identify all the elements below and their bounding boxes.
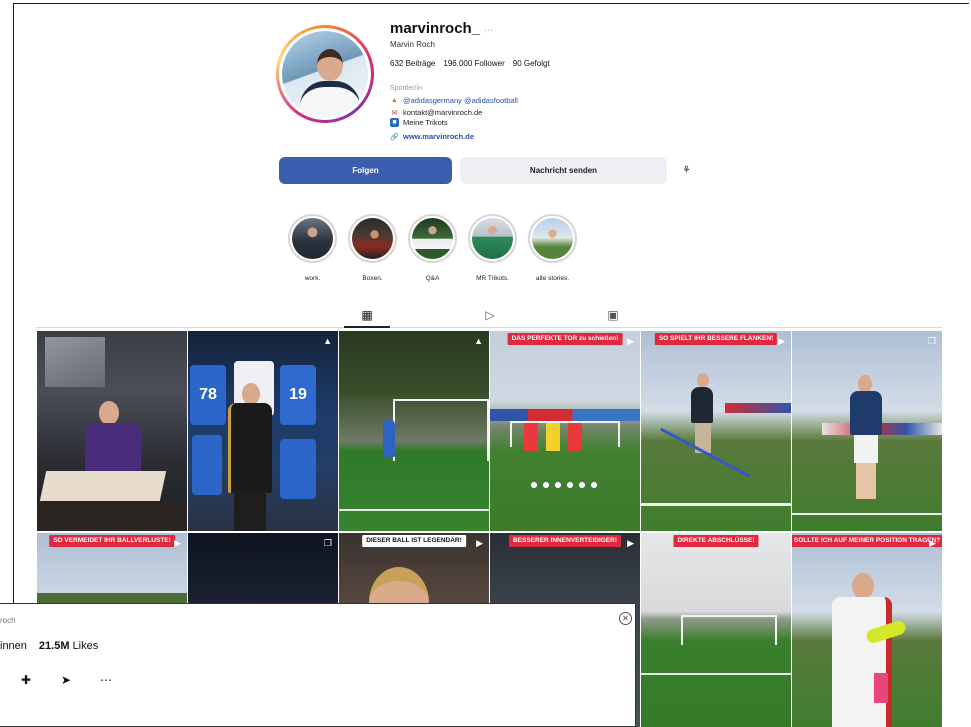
bio-text: @adidasgermany @adidasfootball — [403, 96, 518, 105]
full-name: Marvin Roch — [390, 40, 435, 49]
highlight-boxen[interactable]: Boxen. — [348, 214, 397, 282]
highlight-label: Boxen. — [362, 275, 383, 282]
username-suffix: ... — [484, 22, 494, 34]
share-button[interactable]: ➤ — [56, 670, 76, 690]
highlight-qa[interactable]: Q&A — [408, 214, 457, 282]
link-text: www.marvinroch.de — [403, 132, 474, 141]
mail-icon: ✉ — [391, 109, 398, 117]
share-icon: ➤ — [60, 673, 72, 687]
post-tile[interactable]: DIREKTE ABSCHLÜSSE! — [641, 533, 791, 727]
reel-icon: ▶ — [174, 538, 181, 548]
suggest-accounts-button[interactable]: ⚘ — [673, 157, 700, 184]
post-tile[interactable]: SO SPIELT IHR BESSERE FLANKEN! ▶ — [641, 331, 791, 531]
profile-link[interactable]: 🔗 www.marvinroch.de — [390, 132, 474, 141]
username: marvinroch_ — [390, 20, 481, 37]
posts-count: 632 Beiträge — [390, 59, 436, 68]
add-person-icon: ✚ — [20, 673, 32, 687]
pin-icon: ▲ — [474, 336, 483, 346]
adidas-icon: ▲ — [391, 97, 398, 104]
likes-count: 21.5M — [38, 640, 70, 652]
highlight-mr-trikots[interactable]: MR Trikots. — [468, 214, 517, 282]
send-message-button[interactable]: Nachricht senden — [460, 157, 667, 184]
pin-icon: ▲ — [323, 336, 332, 346]
tagged-icon: ▣ — [607, 308, 619, 322]
carousel-icon: ❐ — [323, 538, 332, 548]
popup-close-button[interactable]: ✕ — [619, 612, 632, 625]
bio-line-partners[interactable]: ▲ @adidasgermany @adidasfootball — [390, 96, 518, 105]
popup-stats: innen 21.5M Likes — [0, 640, 98, 652]
reel-icon: ▶ — [778, 336, 785, 346]
jersey-icon: ■ — [390, 118, 399, 127]
bio-text: kontakt@marvinroch.de — [403, 108, 483, 117]
profile-category: Sportler/in — [390, 85, 422, 92]
more-button[interactable]: ⋯ — [96, 670, 116, 690]
highlight-work[interactable]: work. — [288, 214, 337, 282]
reel-icon: ▶ — [627, 336, 634, 346]
highlight-alte-stories[interactable]: alte stories. — [528, 214, 577, 282]
profile-popup: roch ✕ innen 21.5M Likes ✚ ➤ ⋯ — [0, 603, 636, 727]
likes-label: Likes — [72, 640, 99, 652]
tab-reels[interactable]: ▷ — [483, 308, 497, 322]
profile-stats: 632 Beiträge 196.000 Follower 90 Gefolgt — [390, 59, 550, 68]
profile-avatar[interactable] — [276, 25, 374, 123]
post-tile[interactable]: ❐ — [792, 331, 942, 531]
add-person-icon: ⚘ — [682, 165, 691, 176]
highlight-label: work. — [304, 275, 321, 282]
story-highlights: work. Boxen. Q&A MR Trikots. alte storie… — [288, 214, 577, 282]
link-icon: 🔗 — [390, 133, 399, 141]
tabs-divider — [36, 327, 942, 328]
post-banner: SOLLTE ICH AUF MEINER POSITION TRAGEN? — [792, 535, 942, 548]
popup-likes: 21.5M Likes — [39, 640, 98, 652]
post-tile[interactable] — [37, 331, 187, 531]
follow-button[interactable]: Folgen — [279, 157, 452, 184]
followers-count[interactable]: 196.000 Follower — [443, 59, 504, 68]
following-count[interactable]: 90 Gefolgt — [513, 59, 550, 68]
post-banner: DAS PERFEKTE TOR zu schießen! — [507, 333, 623, 346]
bio-line-jerseys: ■ Meine Trikots — [390, 118, 448, 127]
bio-text: Meine Trikots — [403, 118, 448, 127]
bio-line-email: ✉ kontakt@marvinroch.de — [390, 108, 483, 117]
highlight-label: Q&A — [425, 275, 440, 282]
tab-tagged[interactable]: ▣ — [606, 308, 620, 322]
follow-user-button[interactable]: ✚ — [16, 670, 36, 690]
popup-followers-label: innen — [0, 640, 27, 652]
more-icon: ⋯ — [100, 673, 112, 687]
reel-icon: ▶ — [627, 538, 634, 548]
highlight-label: alte stories. — [535, 275, 570, 282]
reel-icon: ▶ — [929, 538, 936, 548]
reel-icon: ▶ — [476, 538, 483, 548]
carousel-icon: ❐ — [927, 336, 936, 346]
post-tile[interactable]: SOLLTE ICH AUF MEINER POSITION TRAGEN? ▶ — [792, 533, 942, 727]
post-tile[interactable]: DAS PERFEKTE TOR zu schießen! ▶ — [490, 331, 640, 531]
post-banner: BESSERER INNENVERTEIDIGER! — [508, 535, 622, 548]
post-tile[interactable]: ▲ 78 19 — [188, 331, 338, 531]
reels-icon: ▷ — [485, 308, 495, 322]
popup-actions: ✚ ➤ ⋯ — [16, 670, 116, 690]
active-tab-indicator — [344, 326, 390, 328]
popup-username: roch — [0, 616, 16, 625]
highlight-label: MR Trikots. — [476, 275, 509, 282]
post-banner: SO VERMEIDET IHR BALLVERLUSTE! — [49, 535, 175, 548]
post-banner: SO SPIELT IHR BESSERE FLANKEN! — [654, 333, 778, 346]
grid-icon: ▦ — [361, 308, 373, 322]
post-tile[interactable]: ▲ — [339, 331, 489, 531]
post-banner: DIREKTE ABSCHLÜSSE! — [673, 535, 759, 548]
tab-posts[interactable]: ▦ — [360, 308, 374, 322]
post-banner: DIESER BALL IST LEGENDÄR! — [362, 535, 466, 548]
close-icon: ✕ — [622, 614, 629, 623]
